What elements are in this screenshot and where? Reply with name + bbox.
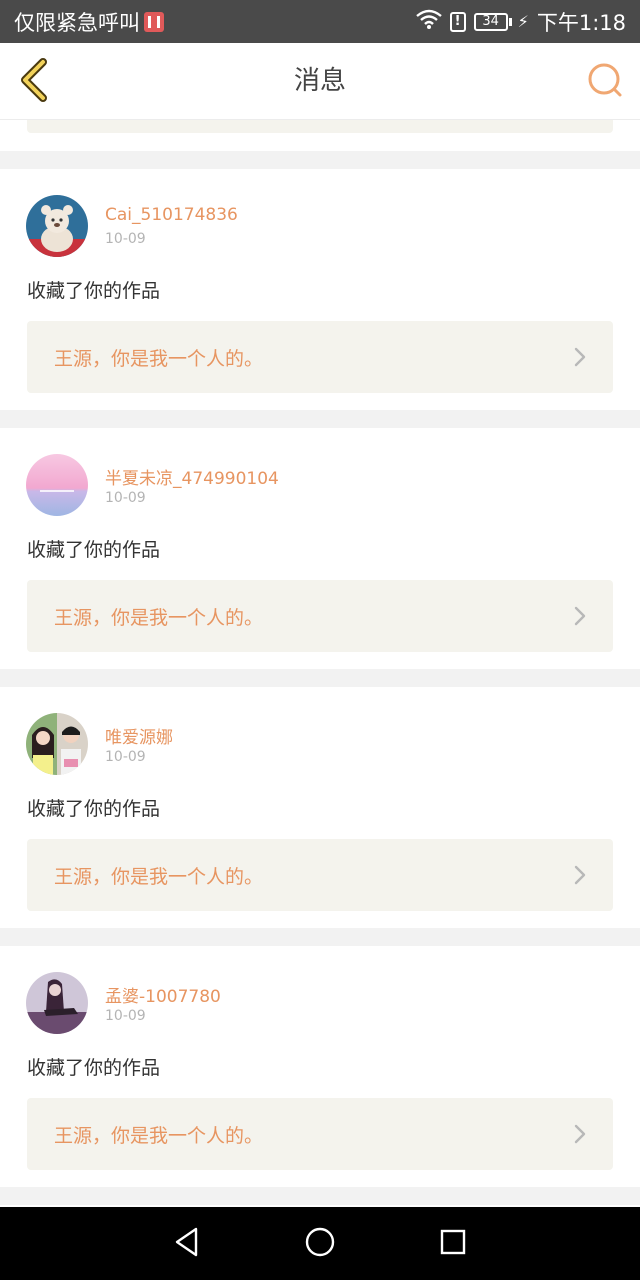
nav-recents-button[interactable] (433, 1224, 473, 1264)
work-link[interactable]: 王源，你是我一个人的。 (27, 839, 613, 911)
message-text: 收藏了你的作品 (27, 798, 161, 820)
message-text: 收藏了你的作品 (27, 280, 161, 302)
username[interactable]: 唯爱源娜 (105, 723, 173, 748)
message-list[interactable]: Cai_510174836 10-09 收藏了你的作品 王源，你是我一个人的。 (0, 120, 640, 1207)
system-nav-bar (0, 1207, 640, 1280)
search-button[interactable] (586, 63, 624, 101)
charging-icon: ⚡ (517, 12, 529, 31)
sim-alert-icon: ! (449, 11, 466, 32)
triangle-back-icon (172, 1226, 202, 1262)
square-recents-icon (439, 1228, 467, 1260)
work-title: 王源，你是我一个人的。 (54, 606, 264, 629)
message-date: 10-09 (105, 749, 146, 765)
work-title: 王源，你是我一个人的。 (54, 865, 264, 888)
work-title: 王源，你是我一个人的。 (54, 347, 264, 370)
sim-card-icon (144, 11, 164, 32)
chevron-right-icon (573, 1124, 587, 1144)
nav-back-button[interactable] (167, 1224, 207, 1264)
username[interactable]: Cai_510174836 (105, 205, 238, 225)
avatar[interactable] (26, 713, 88, 775)
battery-level: 34 (473, 12, 508, 31)
circle-home-icon (304, 1226, 336, 1262)
work-link[interactable]: 王源，你是我一个人的。 (27, 580, 613, 652)
page-title: 消息 (293, 66, 346, 96)
message-date: 10-09 (105, 231, 146, 247)
carrier-text: 仅限紧急呼叫 (14, 10, 140, 35)
avatar[interactable] (26, 972, 88, 1034)
chevron-right-icon (573, 606, 587, 626)
list-item-partial (0, 120, 640, 151)
battery-icon: 34 (473, 12, 512, 31)
message-date: 10-09 (105, 490, 146, 506)
list-item: 孟婆-1007780 10-09 收藏了你的作品 王源，你是我一个人的。 (0, 946, 640, 1187)
message-date: 10-09 (105, 1008, 146, 1024)
nav-home-button[interactable] (300, 1224, 340, 1264)
message-text: 收藏了你的作品 (27, 1057, 161, 1079)
search-icon (587, 62, 623, 102)
work-link[interactable]: 王源，你是我一个人的。 (27, 321, 613, 393)
list-item: Cai_510174836 10-09 收藏了你的作品 王源，你是我一个人的。 (0, 169, 640, 410)
avatar[interactable] (26, 454, 88, 516)
list-item: 半夏未凉_474990104 10-09 收藏了你的作品 王源，你是我一个人的。 (0, 428, 640, 669)
work-link[interactable]: 王源，你是我一个人的。 (27, 1098, 613, 1170)
work-title: 王源，你是我一个人的。 (54, 1124, 264, 1147)
username[interactable]: 孟婆-1007780 (105, 982, 221, 1007)
message-text: 收藏了你的作品 (27, 539, 161, 561)
username[interactable]: 半夏未凉_474990104 (105, 464, 279, 489)
chevron-right-icon (573, 865, 587, 885)
app-header: 消息 (0, 43, 640, 120)
avatar[interactable] (26, 195, 88, 257)
chevron-right-icon (573, 347, 587, 367)
wifi-icon (415, 9, 442, 34)
list-item: 唯爱源娜 10-09 收藏了你的作品 王源，你是我一个人的。 (0, 687, 640, 928)
status-bar: 仅限紧急呼叫 ! 34 ⚡ 下午1:18 (0, 0, 640, 43)
clock: 下午1:18 (536, 10, 626, 35)
